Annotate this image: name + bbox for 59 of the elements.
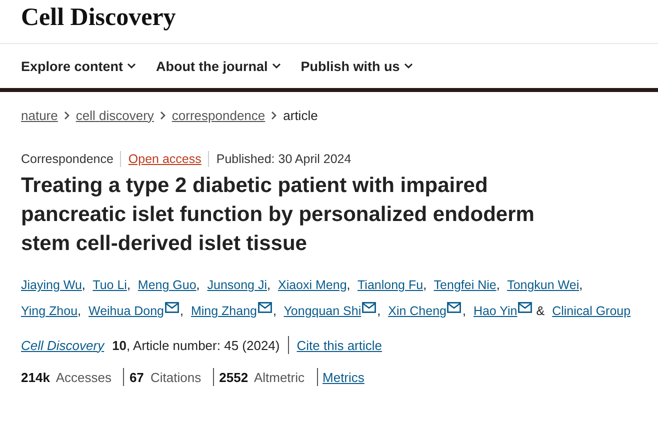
separator-text: , [126, 278, 130, 292]
journal-link[interactable]: Cell Discovery [21, 338, 104, 352]
article-meta-text: Published: 30 April 2024 [216, 152, 352, 166]
metric-text: 214k Accesses [21, 370, 112, 384]
separator-text: , [273, 304, 276, 318]
breadcrumb-link[interactable]: nature [21, 108, 58, 122]
mail-icon[interactable] [447, 302, 462, 313]
author-link[interactable]: Yongquan Shi [284, 304, 362, 318]
author-link[interactable]: Xin Cheng [388, 304, 446, 318]
chevron-down-icon [404, 63, 413, 69]
nav-menu-button[interactable]: Explore content [21, 58, 136, 74]
author-link[interactable]: Ying Zhou [21, 304, 78, 318]
author-link[interactable]: Junsong Ji [207, 278, 268, 292]
nav-menu-button[interactable]: Publish with us [300, 58, 413, 74]
separator-text: , [462, 304, 466, 318]
author-link[interactable]: Ming Zhang [190, 304, 257, 318]
chevron-right-icon [160, 110, 166, 120]
separator-text: , [496, 278, 500, 292]
article-title: Treating a type 2 diabetic patient with impaired pancreatic islet function by personalized endoderm stem cell-derived islet tissue [21, 173, 536, 257]
author-link[interactable]: Weihua Dong [88, 304, 164, 318]
author-link[interactable]: Clinical Group [552, 304, 631, 318]
nav-menu-button[interactable]: About the journal [156, 58, 281, 74]
author-link[interactable]: Meng Guo [138, 278, 196, 292]
separator-text: , [180, 304, 184, 318]
metric-text: 2552 Altmetric [219, 370, 305, 384]
separator-text: , [82, 278, 86, 292]
separator-text: , [78, 304, 82, 318]
separator-text: , [579, 278, 583, 292]
mail-icon[interactable] [258, 302, 272, 313]
author-link[interactable]: Tianlong Fu [358, 278, 424, 292]
separator-text: , [196, 278, 200, 292]
open-access-link[interactable]: Open access [128, 152, 202, 166]
separator-text: , [267, 278, 270, 292]
cite-link[interactable]: Cite this article [296, 338, 382, 352]
separator-text: , [423, 278, 427, 292]
separator-text: , [377, 304, 381, 318]
article-details: 10, Article number: 45 (2024) [112, 338, 280, 352]
breadcrumb-current: article [283, 108, 318, 122]
mail-icon[interactable] [362, 302, 376, 313]
author-link[interactable]: Tengfei Nie [434, 278, 496, 292]
breadcrumb-link[interactable]: cell discovery [76, 108, 154, 122]
chevron-right-icon [64, 110, 70, 120]
author-link[interactable]: Xiaoxi Meng [278, 278, 347, 292]
mail-icon[interactable] [518, 302, 532, 313]
author-link[interactable]: Hao Yin [473, 304, 518, 318]
separator-text: , [346, 278, 350, 292]
breadcrumb-link[interactable]: correspondence [172, 108, 266, 122]
metrics-link[interactable]: Metrics [322, 370, 364, 384]
separator-text: & [536, 304, 545, 318]
chevron-down-icon [127, 63, 136, 69]
chevron-down-icon [272, 63, 281, 69]
article-meta-text: Correspondence [21, 152, 114, 166]
metric-text: 67 Citations [129, 370, 202, 384]
journal-logo[interactable]: Cell Discovery [21, 4, 176, 32]
author-link[interactable]: Tongkun Wei [507, 278, 580, 292]
author-link[interactable]: Jiaying Wu [21, 278, 82, 292]
mail-icon[interactable] [165, 302, 180, 313]
author-link[interactable]: Tuo Li [92, 278, 127, 292]
chevron-right-icon [271, 110, 278, 120]
